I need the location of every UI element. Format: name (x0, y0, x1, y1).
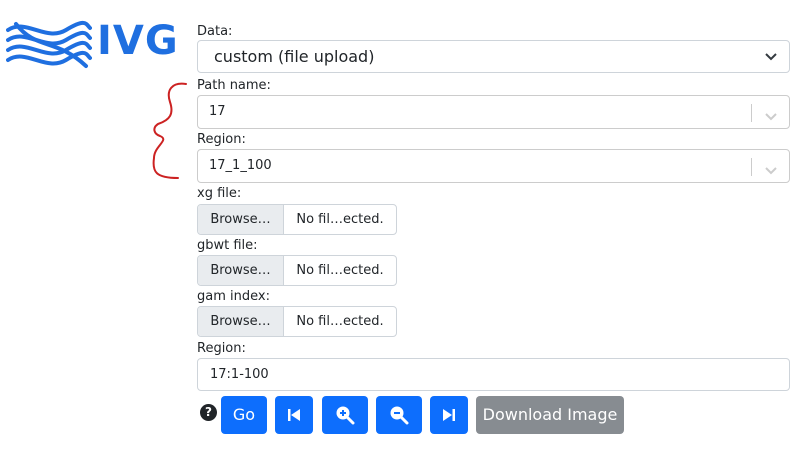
step-forward-icon (443, 409, 455, 421)
red-brace-annotation (152, 82, 187, 179)
gam-file-name: No fil…ected. (296, 314, 384, 329)
gbwt-file-name: No fil…ected. (296, 263, 384, 278)
step-backward-button[interactable] (275, 396, 313, 434)
zoom-out-icon (390, 406, 409, 425)
xg-file-name: No fil…ected. (296, 212, 384, 227)
gbwt-file-label: gbwt file: (197, 238, 258, 253)
data-label: Data: (197, 24, 233, 39)
region-select[interactable]: 17_1_100 (197, 149, 790, 183)
gbwt-browse-button[interactable]: Browse… (198, 256, 284, 285)
select-separator (751, 104, 752, 122)
region-select-label: Region: (197, 132, 246, 147)
path-name-label: Path name: (197, 78, 271, 93)
region-input[interactable]: 17:1-100 (197, 358, 790, 391)
data-select[interactable]: custom (file upload) (197, 40, 790, 73)
xg-file-label: xg file: (197, 186, 242, 201)
xg-file-input[interactable]: Browse… No fil…ected. (197, 204, 397, 235)
go-button[interactable]: Go (221, 396, 267, 434)
gbwt-file-input[interactable]: Browse… No fil…ected. (197, 255, 397, 286)
path-name-select[interactable]: 17 (197, 95, 790, 129)
logo-text: IVG (97, 18, 179, 64)
wave-logo-icon (6, 21, 92, 68)
region-input-label: Region: (197, 341, 246, 356)
select-separator (751, 158, 752, 176)
chevron-down-icon (765, 41, 777, 72)
gam-index-label: gam index: (197, 289, 270, 304)
download-image-button[interactable]: Download Image (476, 396, 624, 434)
chevron-down-icon[interactable] (763, 159, 779, 191)
step-backward-icon (288, 409, 300, 421)
gam-index-input[interactable]: Browse… No fil…ected. (197, 306, 397, 337)
region-input-value: 17:1-100 (210, 367, 269, 382)
gam-browse-button[interactable]: Browse… (198, 307, 284, 336)
zoom-in-button[interactable] (322, 396, 368, 434)
step-forward-button[interactable] (430, 396, 468, 434)
region-select-value: 17_1_100 (209, 158, 272, 173)
ivg-logo: IVG (6, 18, 178, 70)
data-select-value: custom (file upload) (214, 47, 375, 66)
zoom-in-icon (336, 406, 355, 425)
chevron-down-icon[interactable] (763, 105, 779, 137)
help-icon[interactable]: ? (200, 404, 217, 421)
zoom-out-button[interactable] (376, 396, 422, 434)
path-name-value: 17 (209, 104, 226, 119)
xg-browse-button[interactable]: Browse… (198, 205, 284, 234)
